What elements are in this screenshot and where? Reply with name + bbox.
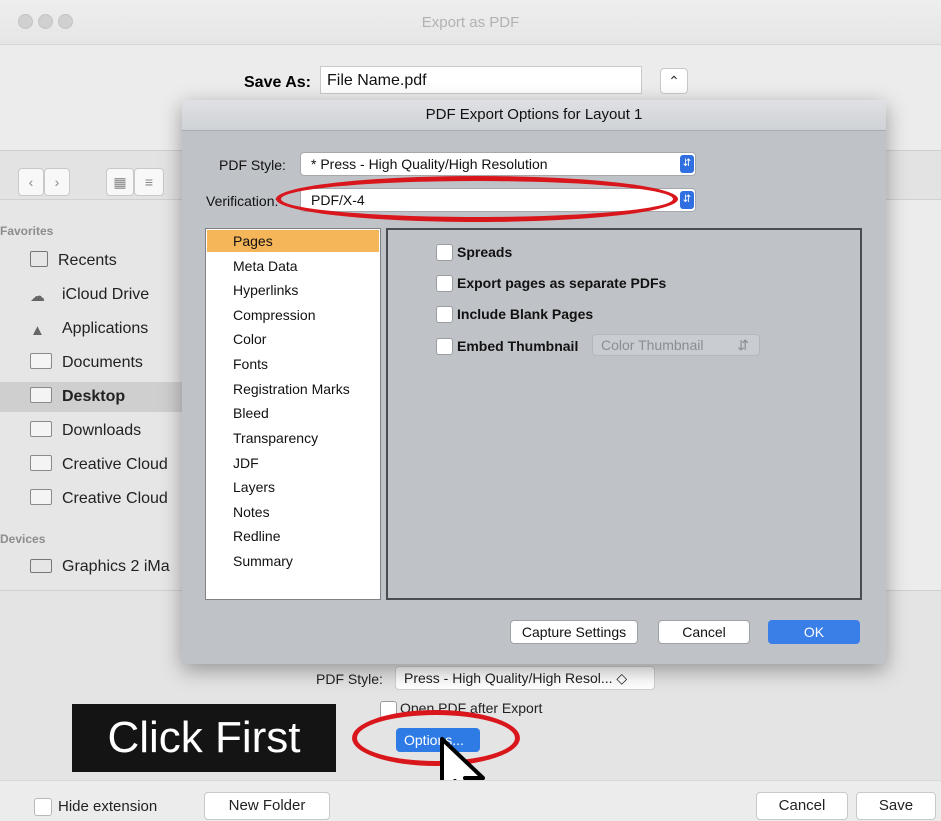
blank-pages-label: Include Blank Pages xyxy=(457,306,594,322)
category-item-transparency[interactable]: Transparency xyxy=(233,430,318,446)
folder-icon xyxy=(30,421,52,437)
file-name-input[interactable]: File Name.pdf xyxy=(320,66,642,94)
grid-icon: ▦ xyxy=(113,174,127,190)
save-as-label: Save As: xyxy=(244,74,311,91)
blank-pages-checkbox[interactable] xyxy=(436,306,453,323)
chevron-left-icon: ‹ xyxy=(28,174,34,190)
category-item-hyperlinks[interactable]: Hyperlinks xyxy=(233,282,298,298)
embed-thumbnail-checkbox[interactable] xyxy=(436,338,453,355)
expand-dialog-button[interactable]: ⌃ xyxy=(660,68,688,94)
sidebar-item-creative-cloud[interactable]: Creative Cloud xyxy=(30,450,182,480)
sidebar-item-desktop[interactable]: Desktop xyxy=(30,382,182,412)
chevron-up-icon: ⌃ xyxy=(668,73,680,89)
monitor-icon xyxy=(30,559,52,573)
list-icon: ≡ xyxy=(144,174,154,190)
sidebar-item-label: Creative Cloud xyxy=(62,456,168,473)
thumbnail-type-value: Color Thumbnail xyxy=(601,337,704,353)
folder-icon xyxy=(30,489,52,505)
folder-icon xyxy=(30,353,52,369)
window-title: Export as PDF xyxy=(421,14,520,31)
ok-button[interactable]: OK xyxy=(768,620,860,644)
sidebar-item-label: Creative Cloud xyxy=(62,490,168,507)
cancel-button[interactable]: Cancel xyxy=(756,792,848,820)
category-item-compression[interactable]: Compression xyxy=(233,307,315,323)
folder-icon xyxy=(30,455,52,471)
category-item-layers[interactable]: Layers xyxy=(233,479,275,495)
sidebar-item-downloads[interactable]: Downloads xyxy=(30,416,182,446)
capture-settings-button[interactable]: Capture Settings xyxy=(510,620,638,644)
recents-icon xyxy=(30,251,48,267)
folder-icon xyxy=(30,387,52,403)
hide-extension-checkbox[interactable] xyxy=(34,798,52,816)
back-button[interactable]: ‹ xyxy=(18,168,44,196)
sidebar-item-label: Applications xyxy=(62,320,149,337)
new-folder-button[interactable]: New Folder xyxy=(204,792,330,820)
favorites-heading: Favorites xyxy=(0,224,54,238)
verification-label: Verification: xyxy=(206,193,279,209)
category-item-redline[interactable]: Redline xyxy=(233,528,280,544)
select-arrows-icon: ⇵ xyxy=(680,155,694,173)
devices-heading: Devices xyxy=(0,532,46,546)
category-item-pages[interactable]: Pages xyxy=(233,233,273,249)
category-item-color[interactable]: Color xyxy=(233,331,266,347)
category-item-registration-marks[interactable]: Registration Marks xyxy=(233,381,350,397)
dialog-pdf-style-label: PDF Style: xyxy=(219,157,286,173)
sidebar-item-device[interactable]: Graphics 2 iMa xyxy=(30,552,182,582)
save-button[interactable]: Save xyxy=(856,792,936,820)
category-item-notes[interactable]: Notes xyxy=(233,504,270,520)
icon-view-button[interactable]: ▦ xyxy=(106,168,134,196)
embed-thumbnail-label: Embed Thumbnail xyxy=(457,338,579,354)
sidebar-item-label: Graphics 2 iMa xyxy=(62,558,170,575)
sidebar-item-label: Documents xyxy=(62,354,143,371)
separate-pdfs-label: Export pages as separate PDFs xyxy=(457,275,667,291)
chevron-right-icon: › xyxy=(54,174,60,190)
click-first-callout: Click First xyxy=(72,704,336,772)
sidebar-item-icloud[interactable]: ☁ iCloud Drive xyxy=(30,280,182,310)
dialog-cancel-button[interactable]: Cancel xyxy=(658,620,750,644)
sidebar-item-recents[interactable]: Recents xyxy=(30,246,182,276)
spreads-checkbox[interactable] xyxy=(436,244,453,261)
separate-pdfs-checkbox[interactable] xyxy=(436,275,453,292)
sidebar-item-label: iCloud Drive xyxy=(62,286,150,303)
dialog-pdf-style-select[interactable]: * Press - High Quality/High Resolution xyxy=(300,152,696,176)
dialog-pdf-style-value: * Press - High Quality/High Resolution xyxy=(311,156,548,172)
sidebar-item-creative-cloud-2[interactable]: Creative Cloud xyxy=(30,484,182,514)
applications-icon: ▲ xyxy=(30,322,45,339)
pdf-style-select[interactable]: Press - High Quality/High Resol... ◇ xyxy=(395,666,655,690)
pdf-style-label: PDF Style: xyxy=(316,671,383,687)
select-arrows-icon: ⇵ xyxy=(680,191,694,209)
sidebar-item-applications[interactable]: ▲ Applications xyxy=(30,314,182,344)
category-item-bleed[interactable]: Bleed xyxy=(233,405,269,421)
cloud-icon: ☁ xyxy=(30,288,45,305)
select-arrows-icon: ⇵ xyxy=(737,337,749,353)
forward-button[interactable]: › xyxy=(44,168,70,196)
category-item-jdf[interactable]: JDF xyxy=(233,455,259,471)
hide-extension-label: Hide extension xyxy=(58,798,158,815)
spreads-label: Spreads xyxy=(457,244,513,260)
verification-highlight-ellipse xyxy=(276,176,678,222)
sidebar-item-label: Desktop xyxy=(62,388,126,405)
category-item-meta-data[interactable]: Meta Data xyxy=(233,258,298,274)
category-item-fonts[interactable]: Fonts xyxy=(233,356,268,372)
category-item-summary[interactable]: Summary xyxy=(233,553,293,569)
thumbnail-type-select[interactable]: Color Thumbnail ⇵ xyxy=(592,334,760,356)
sidebar-item-label: Recents xyxy=(58,252,117,269)
dialog-title: PDF Export Options for Layout 1 xyxy=(182,100,886,131)
list-view-button[interactable]: ≡ xyxy=(134,168,164,196)
sidebar-item-label: Downloads xyxy=(62,422,142,439)
sidebar-item-documents[interactable]: Documents xyxy=(30,348,182,378)
